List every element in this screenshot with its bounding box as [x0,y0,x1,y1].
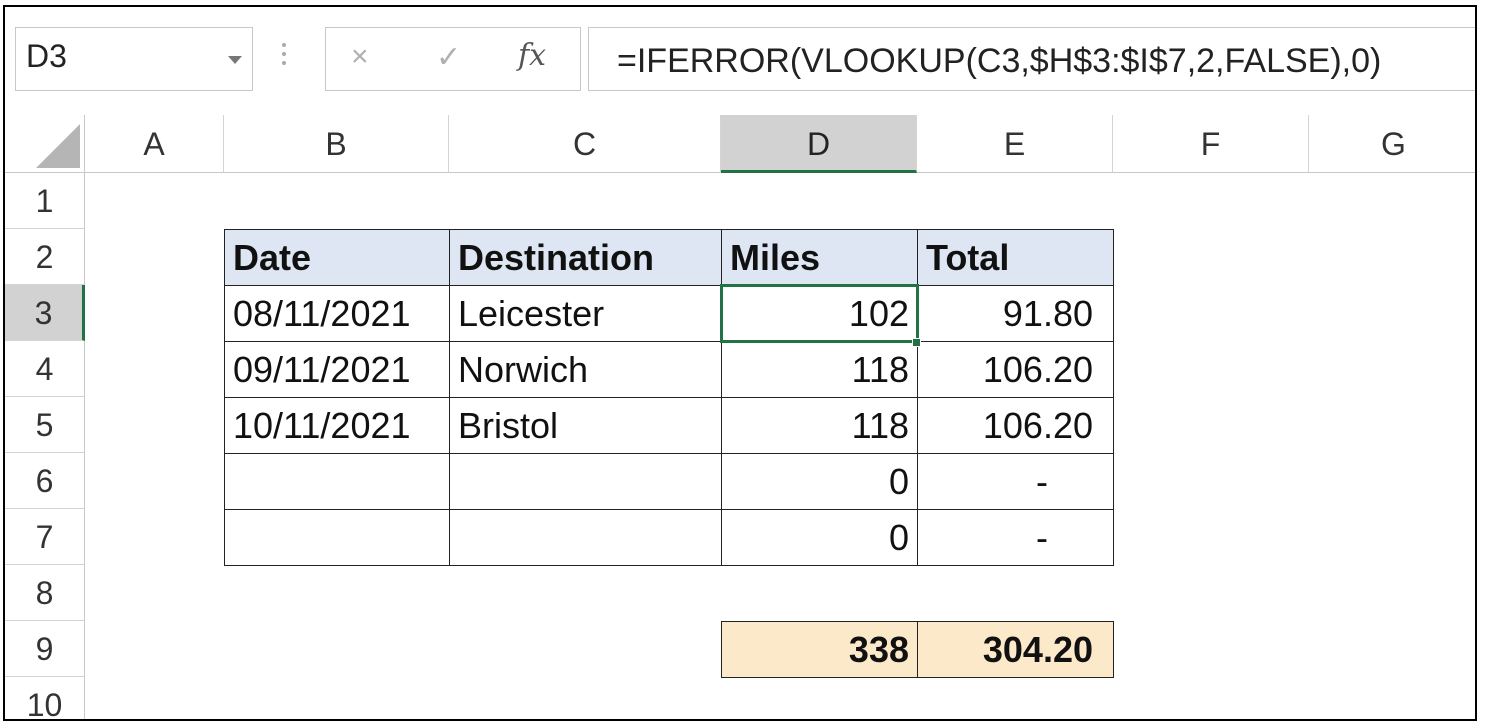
cell-d4-miles[interactable]: 118 [721,341,918,398]
cell-d7-miles[interactable]: 0 [721,509,918,566]
cell-b4-date[interactable]: 09/11/2021 [224,341,450,398]
cell-e4-total[interactable]: 106.20 [917,341,1114,398]
formula-bar-area: D3 × ✓ fx =IFERROR(VLOOKUP(C3,$H$3:$I$7,… [5,7,1475,115]
column-header-c[interactable]: C [449,115,721,173]
cell-b2-header-date[interactable]: Date [224,229,450,286]
cell-d6-miles[interactable]: 0 [721,453,918,510]
cell-c3-destination[interactable]: Leicester [449,285,722,342]
row-header-9[interactable]: 9 [5,621,85,677]
active-cell-border [720,284,919,343]
spreadsheet-window: D3 × ✓ fx =IFERROR(VLOOKUP(C3,$H$3:$I$7,… [3,5,1477,721]
formula-bar-resize-handle[interactable] [281,43,287,73]
column-header-d[interactable]: D [721,115,917,173]
chevron-down-icon[interactable] [228,56,242,64]
cell-b5-date[interactable]: 10/11/2021 [224,397,450,454]
cell-b3-date[interactable]: 08/11/2021 [224,285,450,342]
fill-handle[interactable] [912,338,921,347]
cell-c2-header-destination[interactable]: Destination [449,229,722,286]
row-header-4[interactable]: 4 [5,341,85,397]
column-header-a[interactable]: A [85,115,224,173]
cell-c5-destination[interactable]: Bristol [449,397,722,454]
row-header-1[interactable]: 1 [5,173,85,229]
enter-check-icon[interactable]: ✓ [436,40,461,75]
row-header-7[interactable]: 7 [5,509,85,565]
row-header-5[interactable]: 5 [5,397,85,453]
cell-e6-total[interactable]: - [917,453,1114,510]
row-header-3[interactable]: 3 [5,285,85,341]
row-header-6[interactable]: 6 [5,453,85,509]
select-all-button[interactable] [5,115,85,173]
cell-c4-destination[interactable]: Norwich [449,341,722,398]
formula-input[interactable]: =IFERROR(VLOOKUP(C3,$H$3:$I$7,2,FALSE),0… [588,27,1475,91]
name-box[interactable]: D3 [15,27,253,91]
select-all-triangle-icon [36,124,80,168]
cell-e3-total[interactable]: 91.80 [917,285,1114,342]
cell-d9-miles-total[interactable]: 338 [721,621,918,678]
cell-e7-total[interactable]: - [917,509,1114,566]
row-header-10[interactable]: 10 [5,677,85,719]
cell-b6-date[interactable] [224,453,450,510]
cancel-icon[interactable]: × [351,40,369,74]
formula-text: =IFERROR(VLOOKUP(C3,$H$3:$I$7,2,FALSE),0… [617,42,1382,80]
column-header-g[interactable]: G [1309,115,1475,173]
cell-e9-total-sum[interactable]: 304.20 [917,621,1114,678]
cell-c6-destination[interactable] [449,453,722,510]
cell-e5-total[interactable]: 106.20 [917,397,1114,454]
cell-c7-destination[interactable] [449,509,722,566]
column-header-b[interactable]: B [224,115,449,173]
cell-d2-header-miles[interactable]: Miles [721,229,918,286]
column-header-f[interactable]: F [1113,115,1309,173]
name-box-value: D3 [26,38,67,74]
row-header-2[interactable]: 2 [5,229,85,285]
row-header-8[interactable]: 8 [5,565,85,621]
formula-buttons: × ✓ fx [325,27,581,91]
column-header-e[interactable]: E [917,115,1113,173]
cell-b7-date[interactable] [224,509,450,566]
cell-e2-header-total[interactable]: Total [917,229,1114,286]
cell-d5-miles[interactable]: 118 [721,397,918,454]
insert-function-icon[interactable]: fx [518,38,546,73]
